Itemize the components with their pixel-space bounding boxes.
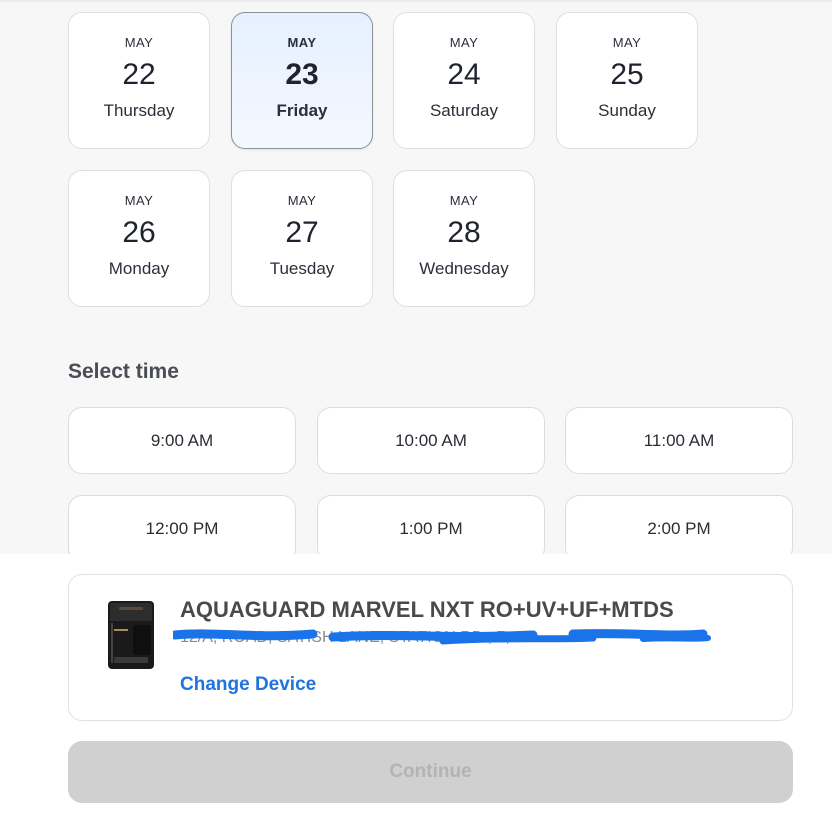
time-slot-button[interactable]: 9:00 AM [68,407,296,474]
change-device-link[interactable]: Change Device [180,674,316,696]
date-weekday: Monday [108,259,170,278]
device-name: AQUAGUARD MARVEL NXT RO+UV+UF+MTDS [180,597,674,622]
date-month: MAY [287,35,317,50]
date-day: 23 [285,58,319,91]
date-month: MAY [449,35,479,50]
bottom-panel: AQUAGUARD MARVEL NXT RO+UV+UF+MTDS 12/A,… [0,554,832,814]
date-card-28[interactable]: MAY 28 Wednesday [393,170,535,307]
date-weekday: Sunday [598,101,656,120]
date-day: 28 [447,216,481,249]
time-slot-button[interactable]: 12:00 PM [68,495,296,562]
date-card-26[interactable]: MAY 26 Monday [68,170,210,307]
time-slot-button[interactable]: 1:00 PM [317,495,545,562]
device-card: AQUAGUARD MARVEL NXT RO+UV+UF+MTDS 12/A,… [68,574,793,721]
date-card-27[interactable]: MAY 27 Tuesday [231,170,373,307]
time-slot-button[interactable]: 10:00 AM [317,407,545,474]
water-purifier-image [108,601,154,669]
device-address: 12/A, ROAD, SATISH LANE, STATION RD., 7,… [180,629,539,646]
date-day: 22 [122,58,156,91]
date-weekday: Tuesday [269,259,335,278]
time-slot-button[interactable]: 2:00 PM [565,495,793,562]
date-weekday: Friday [276,101,328,120]
date-day: 26 [122,216,156,249]
date-day: 27 [285,216,319,249]
date-month: MAY [287,193,317,208]
top-divider [0,0,832,2]
date-month: MAY [124,35,154,50]
time-slot-button[interactable]: 11:00 AM [565,407,793,474]
date-month: MAY [612,35,642,50]
date-weekday: Saturday [429,101,499,120]
date-card-24[interactable]: MAY 24 Saturday [393,12,535,149]
date-weekday: Wednesday [419,259,509,278]
date-month: MAY [124,193,154,208]
date-day: 24 [447,58,481,91]
date-card-23[interactable]: MAY 23 Friday [231,12,373,149]
select-time-heading: Select time [68,360,179,383]
date-day: 25 [610,58,644,91]
date-weekday: Thursday [103,101,175,120]
date-card-25[interactable]: MAY 25 Sunday [556,12,698,149]
date-card-22[interactable]: MAY 22 Thursday [68,12,210,149]
continue-button[interactable]: Continue [68,741,793,803]
date-month: MAY [449,193,479,208]
